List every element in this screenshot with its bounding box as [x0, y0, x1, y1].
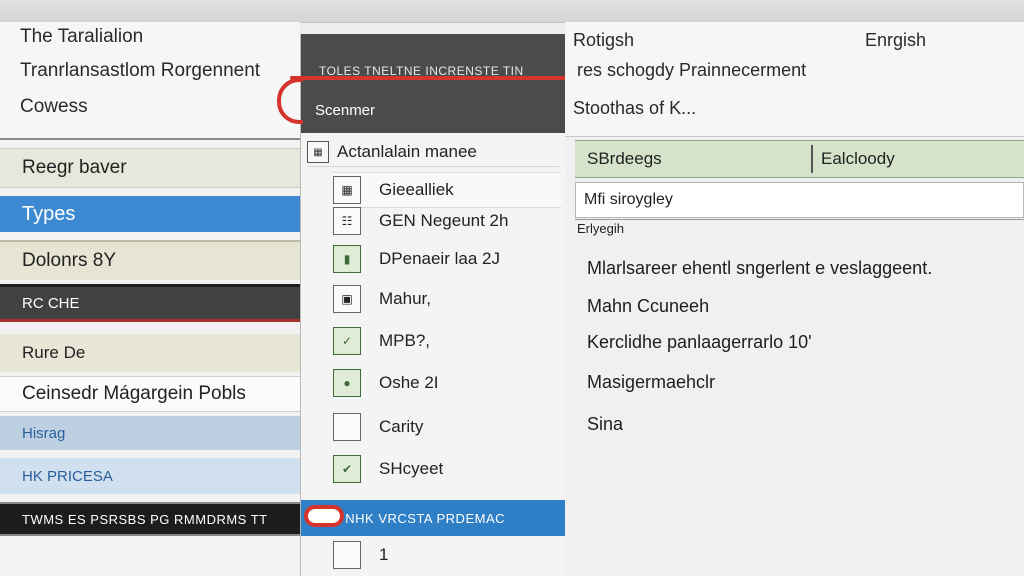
sidebar-item-hisrag[interactable]: Hisrag	[0, 416, 300, 450]
sidebar-item-hk-pricesa[interactable]: HK PRICESA	[0, 458, 300, 494]
sidebar-item-dolonrs[interactable]: Dolonrs 8Y	[0, 240, 300, 280]
menu-item-shcyeet[interactable]: ✔ SHcyeet	[333, 452, 561, 486]
panel-status: Stoothas of K...	[573, 98, 697, 118]
menu-item-carity[interactable]: Carity	[333, 410, 561, 444]
left-header: The Taralialion Tranrlansastlom Rorgenne…	[0, 22, 300, 140]
menu-item-last[interactable]: 1	[333, 538, 561, 572]
image-icon: ▣	[333, 285, 361, 313]
left-header-subtitle: Tranrlansastlom Rorgennent	[20, 60, 261, 81]
sidebar-item-types[interactable]: Types	[0, 196, 300, 232]
annotation-pill	[304, 505, 344, 527]
menu-item-mpb[interactable]: ✓ MPB?,	[333, 324, 561, 358]
dropdown-menu-panel: TOLES TNELTNE INCRENSTE TIN Scenmer ▦ Ac…	[300, 34, 567, 576]
document-icon	[333, 541, 361, 569]
left-header-caption: Cowess	[20, 96, 88, 117]
search-input[interactable]: Mfi siroygley	[575, 182, 1024, 218]
translation-panel: Rotigsh Enrgish res schogdy Prainnecerme…	[565, 22, 1024, 576]
chart-icon: ✔	[333, 455, 361, 483]
column-header-left[interactable]: SBrdeegs	[587, 149, 662, 169]
result-line-2[interactable]: Mahn Ccuneeh	[587, 296, 709, 317]
panel-title: Rotigsh	[573, 30, 635, 50]
window-title-bar	[0, 0, 1024, 23]
result-line-3[interactable]: Kerclidhe panlaagerrarlo 10'	[587, 332, 812, 353]
panel-subtitle: res schogdy Prainnecerment	[577, 60, 807, 80]
book-icon: ▮	[333, 245, 361, 273]
check-icon: ✓	[333, 327, 361, 355]
left-sidebar: The Taralialion Tranrlansastlom Rorgenne…	[0, 22, 300, 576]
result-line-1[interactable]: Mlarlsareer ehentl sngerlent e veslaggee…	[587, 258, 932, 279]
document-icon	[333, 413, 361, 441]
sidebar-item-rc-che[interactable]: RC CHE	[0, 284, 300, 322]
result-line-5[interactable]: Sina	[587, 414, 623, 435]
translation-header: Rotigsh Enrgish res schogdy Prainnecerme…	[565, 22, 1024, 137]
section-label: Erlyegih	[577, 221, 624, 236]
sidebar-item-status-bar[interactable]: TWMS ES PSRSBS PG RMMDRMS TT	[0, 502, 300, 536]
globe-icon: ●	[333, 369, 361, 397]
sidebar-item-ceinsedr[interactable]: Ceinsedr Mágargein Pobls	[0, 376, 300, 412]
menu-item-gieealliek[interactable]: ▦ Gieealliek	[333, 172, 561, 208]
grid-icon: ▦	[307, 141, 329, 163]
annotation-arrow-line	[290, 76, 582, 80]
column-header-right[interactable]: Ealcloody	[821, 149, 895, 169]
table-icon: ☷	[333, 207, 361, 235]
result-line-4[interactable]: Masigermaehclr	[587, 372, 715, 393]
column-divider	[811, 145, 813, 173]
sidebar-item-reegr-baver[interactable]: Reegr baver	[0, 148, 300, 188]
menu-title: ▦ Actanlalain manee	[307, 138, 559, 167]
language-selector[interactable]: Enrgish	[865, 30, 926, 51]
menu-item-gen-negeunt[interactable]: ☷ GEN Negeunt 2h	[333, 204, 561, 238]
sidebar-item-rure-de[interactable]: Rure De	[0, 334, 300, 372]
menu-item-dpenaeir[interactable]: ▮ DPenaeir laa 2J	[333, 242, 561, 276]
divider	[575, 219, 1024, 220]
column-header-row: SBrdeegs Ealcloody	[575, 140, 1024, 178]
grid-icon: ▦	[333, 176, 361, 204]
menu-item-mahur[interactable]: ▣ Mahur,	[333, 282, 561, 316]
left-header-title: The Taralialion	[20, 26, 144, 47]
menu-header-sub: Scenmer	[315, 102, 376, 119]
menu-item-oshe[interactable]: ● Oshe 2I	[333, 366, 561, 400]
menu-header: TOLES TNELTNE INCRENSTE TIN Scenmer	[301, 34, 566, 133]
